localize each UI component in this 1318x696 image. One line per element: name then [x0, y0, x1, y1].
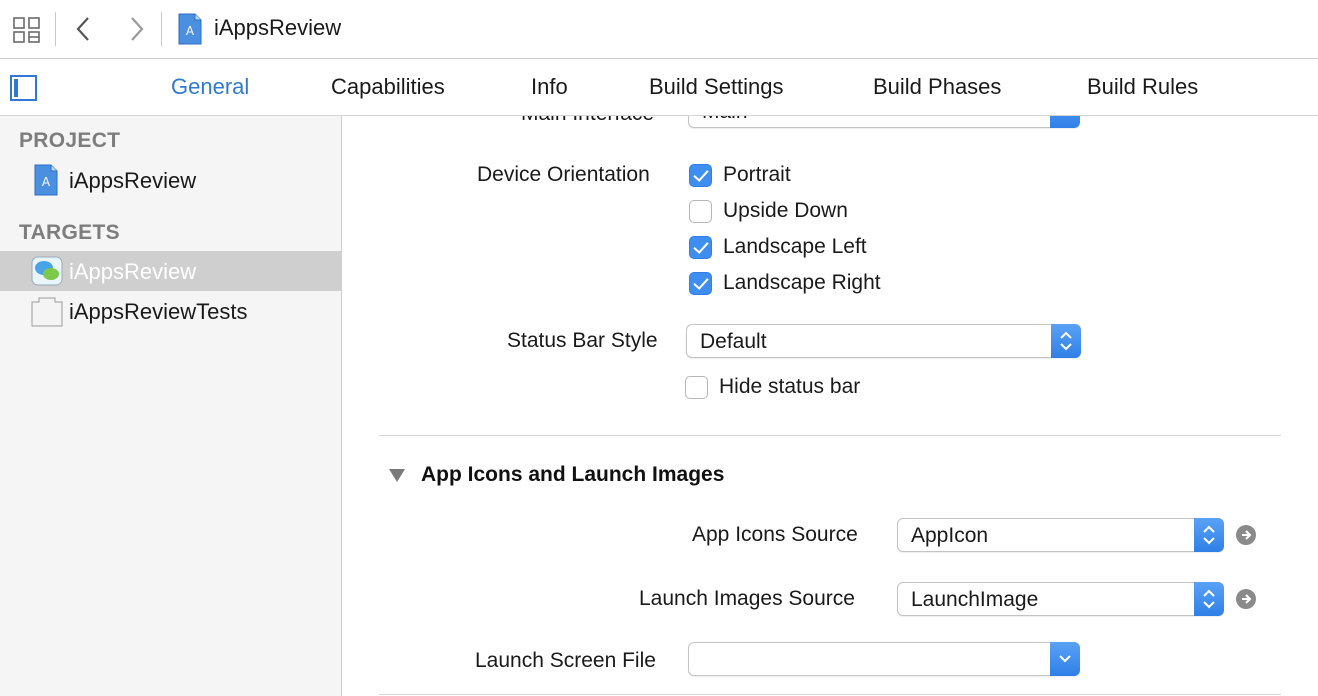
- status-bar-style-select[interactable]: Default: [686, 324, 1081, 358]
- test-bundle-icon: [31, 297, 63, 332]
- targets-section-header: TARGETS: [19, 221, 120, 244]
- checkbox-portrait[interactable]: [689, 164, 712, 187]
- editor-tab-bar: General Capabilities Info Build Settings…: [0, 59, 1318, 116]
- checkbox-landscape-left[interactable]: [689, 236, 712, 259]
- back-arrow-icon[interactable]: [74, 16, 92, 47]
- combo-dropdown-button[interactable]: [1050, 642, 1080, 676]
- checkbox-hide-status-bar[interactable]: [685, 376, 708, 399]
- combo-dropdown-button[interactable]: [1050, 116, 1080, 128]
- main-interface-label: Main Interface: [521, 116, 654, 126]
- launch-images-source-label: Launch Images Source: [639, 587, 855, 610]
- disclosure-triangle-icon[interactable]: [389, 469, 405, 482]
- status-bar-style-value: Default: [700, 330, 767, 353]
- tab-info[interactable]: Info: [531, 74, 568, 100]
- main-interface-value: Main: [702, 116, 748, 124]
- sidebar-item-target-app[interactable]: iAppsReview: [0, 251, 341, 291]
- tab-build-phases[interactable]: Build Phases: [873, 74, 1001, 100]
- project-section-header: PROJECT: [19, 129, 121, 152]
- sidebar-item-label: iAppsReviewTests: [69, 299, 248, 324]
- section-divider: [379, 694, 1281, 695]
- sidebar-item-label: iAppsReview: [69, 168, 197, 193]
- project-file-icon: A: [34, 164, 58, 201]
- checkbox-label: Hide status bar: [719, 375, 861, 398]
- section-divider: [379, 435, 1281, 436]
- checkbox-label: Landscape Left: [723, 235, 867, 258]
- project-targets-sidebar: PROJECT A iAppsReview TARGETS iAppsRevie…: [0, 116, 342, 696]
- status-bar-style-label: Status Bar Style: [507, 329, 658, 352]
- general-settings-pane: Main Interface Main Device Orientation P…: [343, 116, 1318, 696]
- main-interface-combo[interactable]: Main: [688, 116, 1080, 128]
- select-stepper-button[interactable]: [1194, 518, 1224, 552]
- toolbar-divider: [161, 12, 162, 46]
- go-arrow-icon[interactable]: [1236, 589, 1256, 609]
- checkbox-landscape-right[interactable]: [689, 272, 712, 295]
- app-icons-source-label: App Icons Source: [692, 523, 858, 546]
- launch-images-source-value: LaunchImage: [911, 588, 1039, 611]
- chevron-up-down-icon: [1203, 589, 1215, 609]
- sidebar-item-target-tests[interactable]: iAppsReviewTests: [0, 291, 341, 331]
- sidebar-toggle-icon[interactable]: [10, 75, 37, 106]
- app-target-icon: [31, 256, 63, 291]
- checkbox-label: Portrait: [723, 163, 791, 186]
- tab-build-settings[interactable]: Build Settings: [649, 74, 784, 100]
- launch-screen-file-combo[interactable]: [688, 642, 1080, 676]
- launch-images-source-select[interactable]: LaunchImage: [897, 582, 1224, 616]
- device-orientation-label: Device Orientation: [477, 163, 650, 186]
- checkbox-label: Landscape Right: [723, 271, 881, 294]
- svg-text:A: A: [186, 24, 195, 38]
- select-stepper-button[interactable]: [1194, 582, 1224, 616]
- chevron-up-down-icon: [1203, 525, 1215, 545]
- section-title: App Icons and Launch Images: [421, 463, 725, 486]
- chevron-up-down-icon: [1060, 331, 1072, 351]
- tab-capabilities[interactable]: Capabilities: [331, 74, 445, 100]
- checkbox-label: Upside Down: [723, 199, 848, 222]
- sidebar-item-project[interactable]: A iAppsReview: [0, 160, 341, 200]
- related-items-icon[interactable]: [13, 17, 41, 48]
- launch-screen-file-label: Launch Screen File: [475, 649, 656, 672]
- app-icons-source-value: AppIcon: [911, 524, 989, 547]
- tab-general[interactable]: General: [171, 74, 249, 100]
- toolbar-divider: [55, 12, 56, 46]
- svg-text:A: A: [42, 175, 51, 189]
- forward-arrow-icon[interactable]: [128, 16, 146, 47]
- app-icons-source-select[interactable]: AppIcon: [897, 518, 1224, 552]
- go-arrow-icon[interactable]: [1236, 525, 1256, 545]
- tab-build-rules[interactable]: Build Rules: [1087, 74, 1198, 100]
- checkbox-upside-down[interactable]: [689, 200, 712, 223]
- jump-bar: A iAppsReview: [0, 0, 1318, 59]
- project-file-icon: A: [178, 13, 202, 50]
- sidebar-item-label: iAppsReview: [69, 259, 197, 284]
- breadcrumb-project[interactable]: iAppsReview: [214, 15, 341, 41]
- select-stepper-button[interactable]: [1051, 324, 1081, 358]
- chevron-down-icon: [1059, 655, 1071, 663]
